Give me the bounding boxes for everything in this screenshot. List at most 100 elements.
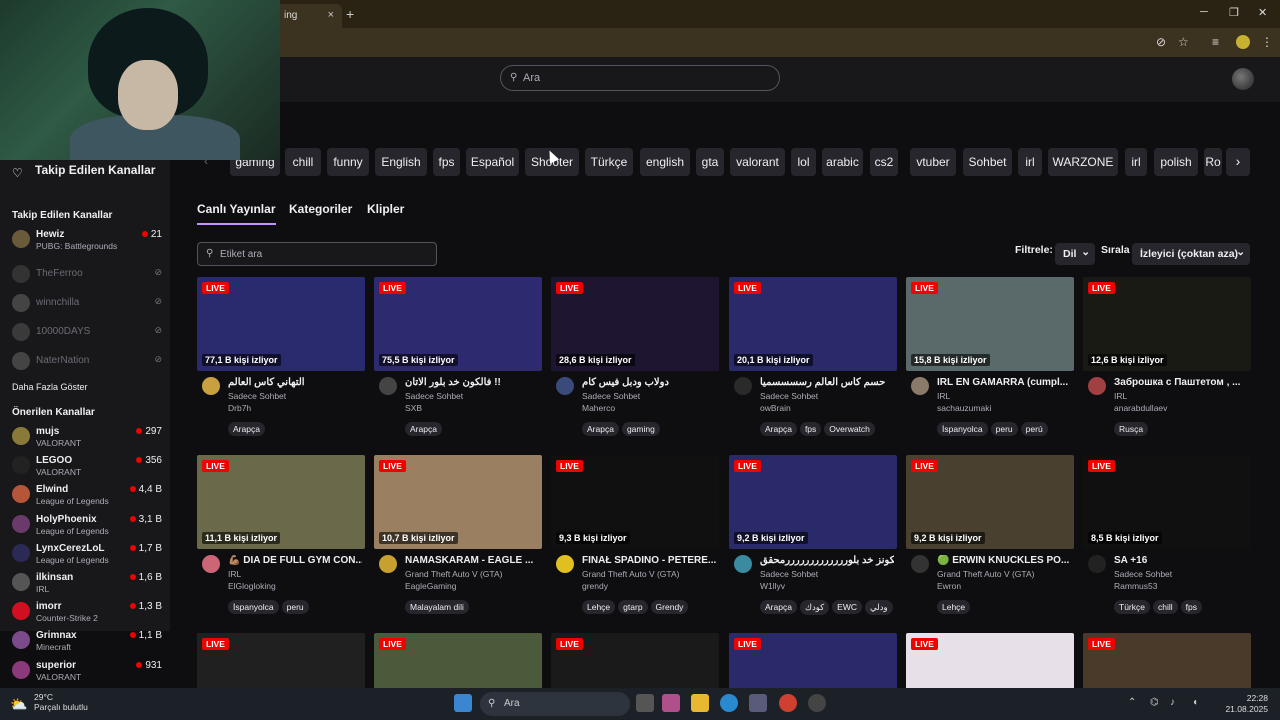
avatar[interactable] — [202, 377, 220, 395]
tag-chip[interactable]: Rusça — [1114, 422, 1149, 436]
profile-icon[interactable] — [1236, 35, 1250, 49]
tag-chip[interactable]: Arapça — [405, 422, 442, 436]
browser-tab[interactable]: ing × — [272, 4, 342, 28]
tag-chip[interactable]: gta — [696, 148, 724, 176]
stream-thumbnail[interactable]: LIVE 75,5 B kişi izliyor — [374, 277, 542, 371]
tag-chip[interactable]: ودلي — [865, 600, 893, 615]
tag-chip[interactable]: fps — [433, 148, 460, 176]
tag-chip[interactable]: arabic — [822, 148, 863, 176]
network-icon[interactable]: ⌬ — [1150, 697, 1159, 708]
tag-chip[interactable]: İspanyolca — [228, 600, 279, 614]
tag-chip[interactable]: chill — [1152, 600, 1178, 614]
tag-chip[interactable]: lol — [791, 148, 816, 176]
stream-category[interactable]: Grand Theft Auto V (GTA) — [582, 569, 679, 579]
stream-category[interactable]: Grand Theft Auto V (GTA) — [937, 569, 1034, 579]
sidebar-item-lynxcerezlol[interactable]: LynxCerezLoL League of Legends 1,7 B — [12, 541, 162, 567]
stream-card[interactable]: LIVE 12,6 B kişi izliyor Заброшка с Паштет… — [1083, 277, 1251, 437]
sidebar-item-legoo[interactable]: LEGOO VALORANT 356 — [12, 453, 162, 479]
sidebar-item-theferroo[interactable]: TheFerroo ⊘ — [12, 262, 162, 288]
stream-channel[interactable]: Maherco — [582, 403, 615, 413]
tag-chip[interactable]: chill — [285, 148, 321, 176]
menu-dots-icon[interactable]: ⋮ — [1261, 35, 1273, 49]
tag-chip[interactable]: valorant — [730, 148, 785, 176]
sidebar-item-superior[interactable]: superior VALORANT 931 — [12, 658, 162, 684]
tag-chip[interactable]: fps — [1180, 600, 1202, 614]
sidebar-item-winnchilla[interactable]: winnchilla ⊘ — [12, 291, 162, 317]
taskbar-search[interactable]: ⚲ Ara — [480, 692, 630, 716]
taskbar-clock[interactable]: 22:28 21.08.2025 — [1225, 693, 1268, 715]
tag-chip[interactable]: Arapça — [760, 600, 797, 614]
stream-card[interactable]: LIVE 9,3 B kişi izliyor FINAŁ SPADINO - PE… — [551, 455, 719, 615]
stream-card[interactable]: LIVE 77,1 B kişi izliyor التهاني كاس العال… — [197, 277, 365, 437]
stream-thumbnail[interactable]: LIVE 9,3 B kişi izliyor — [551, 455, 719, 549]
mic-icon[interactable]: ♪ — [1170, 697, 1175, 708]
stream-category[interactable]: IRL — [1114, 391, 1127, 401]
tab-klipler[interactable]: Klipler — [367, 202, 404, 216]
chevron-up-icon[interactable]: ⌃ — [1128, 697, 1136, 708]
stream-title[interactable]: IRL EN GAMARRA (cumpl... — [937, 377, 1071, 388]
stream-thumbnail[interactable]: LIVE 9,2 B kişi izliyor — [729, 455, 897, 549]
stream-card[interactable]: LIVE 20,1 B kişi izliyor حسم كأس العالم رس… — [729, 277, 897, 437]
stream-title[interactable]: SA +16 — [1114, 555, 1248, 566]
stream-channel[interactable]: Rammus53 — [1114, 581, 1157, 591]
avatar[interactable] — [734, 555, 752, 573]
stream-category[interactable]: Sadece Sohbet — [582, 391, 640, 401]
minimize-button[interactable]: ─ — [1200, 6, 1208, 18]
stream-title[interactable]: Заброшка с Паштетом , ... — [1114, 377, 1248, 388]
stream-card[interactable]: LIVE 28,6 B kişi izliyor دولاب ودبل فيس كا… — [551, 277, 719, 437]
sidebar-item-naternation[interactable]: NaterNation ⊘ — [12, 349, 162, 375]
stream-thumbnail[interactable]: LIVE 12,6 B kişi izliyor — [1083, 277, 1251, 371]
tag-chip[interactable]: Ro — [1204, 148, 1222, 176]
stream-card[interactable]: LIVE — [906, 633, 1074, 720]
sidebar-item-10000days[interactable]: 10000DAYS ⊘ — [12, 320, 162, 346]
stream-title[interactable]: NAMASKARAM - EAGLE ... — [405, 555, 539, 566]
chevron-right-icon[interactable]: › — [1226, 148, 1250, 176]
tag-chip[interactable]: polish — [1154, 148, 1198, 176]
stream-category[interactable]: Sadece Sohbet — [760, 569, 818, 579]
tag-chip[interactable]: Español — [466, 148, 519, 176]
stream-thumbnail[interactable]: LIVE 11,1 B kişi izliyor — [197, 455, 365, 549]
tag-chip[interactable]: Malayalam dili — [405, 600, 469, 614]
stream-thumbnail[interactable]: LIVE 15,8 B kişi izliyor — [906, 277, 1074, 371]
tag-chip[interactable]: Lehçe — [937, 600, 971, 614]
tag-chip[interactable]: Lehçe — [582, 600, 616, 614]
tab-canlı-yayınlar[interactable]: Canlı Yayınlar — [197, 202, 276, 225]
stream-channel[interactable]: anarabdullaev — [1114, 403, 1167, 413]
tab-close-icon[interactable]: × — [328, 9, 334, 21]
stream-card[interactable]: LIVE 11,1 B kişi izliyor 💪🏽 DIA DE FULL GY… — [197, 455, 365, 615]
stream-channel[interactable]: grendy — [582, 581, 608, 591]
sidebar-item-mujs[interactable]: mujs VALORANT 297 — [12, 424, 162, 450]
tag-chip[interactable]: cs2 — [870, 148, 898, 176]
show-more-link[interactable]: Daha Fazla Göster — [12, 382, 88, 392]
stream-channel[interactable]: Drb7h — [228, 403, 251, 413]
file-explorer-icon[interactable] — [691, 694, 709, 712]
sidebar-item-hewiz[interactable]: Hewiz PUBG: Battlegrounds 21 — [12, 227, 162, 253]
tag-chip[interactable]: english — [640, 148, 690, 176]
avatar[interactable] — [379, 377, 397, 395]
tag-chip[interactable]: Türkçe — [1114, 600, 1150, 614]
stream-title[interactable]: فالكونز خد بلورررررررررررررمحقق... — [760, 555, 894, 566]
stream-title[interactable]: 🟢 ERWIN KNUCKLES PO... — [937, 555, 1071, 566]
avatar[interactable] — [556, 377, 574, 395]
stream-title[interactable]: FINAŁ SPADINO - PETERE... — [582, 555, 716, 566]
tag-chip[interactable]: irl — [1018, 148, 1042, 176]
edge-icon[interactable] — [720, 694, 738, 712]
avatar[interactable] — [1088, 555, 1106, 573]
stream-channel[interactable]: SXB — [405, 403, 422, 413]
stream-category[interactable]: IRL — [228, 569, 241, 579]
avatar[interactable] — [202, 555, 220, 573]
volume-icon[interactable]: ◖ — [1192, 697, 1198, 708]
avatar[interactable] — [1088, 377, 1106, 395]
sidebar-item-ilkinsan[interactable]: ilkinsan IRL 1,6 B — [12, 570, 162, 596]
eye-off-icon[interactable]: ⊘ — [1156, 35, 1166, 49]
stream-card[interactable]: LIVE 75,5 B kişi izliyor فالكون خد بلور ال… — [374, 277, 542, 437]
stream-title[interactable]: التهاني كاس العالم — [228, 377, 362, 388]
stream-thumbnail[interactable]: LIVE 9,2 B kişi izliyor — [906, 455, 1074, 549]
stream-category[interactable]: IRL — [937, 391, 950, 401]
stream-title[interactable]: حسم كأس العالم رسسسسميا — [760, 377, 894, 388]
close-window-button[interactable]: ✕ — [1258, 6, 1267, 19]
tag-chip[interactable]: Sohbet — [963, 148, 1012, 176]
stream-category[interactable]: Grand Theft Auto V (GTA) — [405, 569, 502, 579]
stream-thumbnail[interactable]: LIVE 28,6 B kişi izliyor — [551, 277, 719, 371]
stream-title[interactable]: دولاب ودبل فيس كام — [582, 377, 716, 388]
